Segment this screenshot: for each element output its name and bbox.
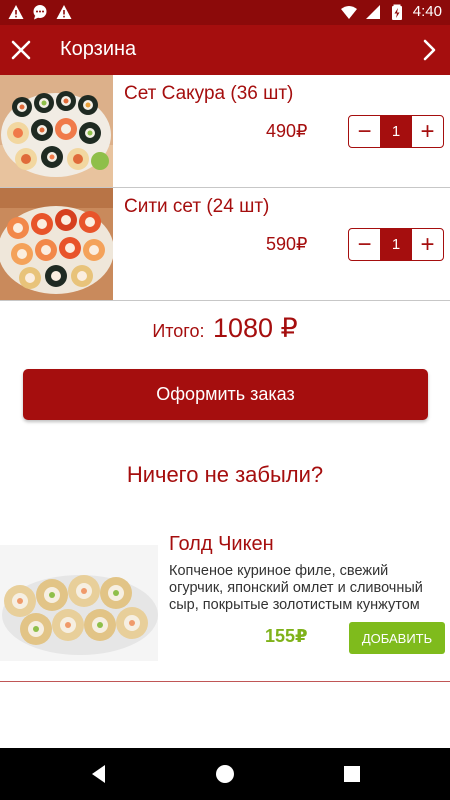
add-to-cart-button[interactable]: ДОБАВИТЬ (349, 622, 445, 654)
signal-icon (365, 4, 380, 19)
app-bar: Корзина (0, 25, 450, 75)
upsell-product-name: Голд Чикен (169, 533, 274, 555)
upsell-product-description: Копченое куриное филе, свежий огурчик, я… (169, 563, 423, 613)
cart-item: Сет Сакура (36 шт) 490₽ − 1 + (0, 75, 450, 188)
notification-icons (8, 4, 72, 20)
product-image (0, 75, 113, 187)
navigation-bar (0, 748, 450, 800)
upsell-product-image (0, 545, 158, 661)
checkout-button[interactable]: Оформить заказ (23, 369, 428, 420)
upsell-heading: Ничего не забыли? (126, 462, 324, 487)
quantity-stepper: − 1 + (348, 115, 444, 148)
chevron-right-icon[interactable] (416, 37, 442, 63)
quantity-value: 1 (380, 116, 412, 147)
decrease-button[interactable]: − (349, 229, 380, 260)
product-name: Сити сет (24 шт) (124, 196, 270, 217)
chat-icon (33, 5, 47, 20)
product-price: 490₽ (266, 121, 308, 141)
battery-icon (391, 4, 402, 20)
cart-item: Сити сет (24 шт) 590₽ − 1 + (0, 188, 450, 301)
status-time: 4:40 (412, 3, 442, 20)
quantity-stepper: − 1 + (348, 228, 444, 261)
close-icon[interactable] (8, 37, 34, 63)
wifi-icon (340, 5, 357, 19)
warning-icon (56, 5, 72, 19)
status-bar: 4:40 (0, 0, 450, 25)
product-price: 590₽ (266, 234, 308, 254)
page-title: Корзина (60, 38, 137, 60)
increase-button[interactable]: + (412, 116, 443, 147)
total-value: 1080 ₽ (212, 313, 298, 343)
quantity-value: 1 (380, 229, 412, 260)
increase-button[interactable]: + (412, 229, 443, 260)
product-name: Сет Сакура (36 шт) (124, 83, 294, 104)
decrease-button[interactable]: − (349, 116, 380, 147)
cart-total: Итого: 1080 ₽ (0, 313, 450, 344)
divider (0, 681, 450, 682)
system-icons: 4:40 (340, 3, 442, 20)
home-icon[interactable] (214, 763, 236, 785)
upsell-product-price: 155₽ (265, 626, 308, 646)
product-image (0, 188, 113, 300)
warning-icon (8, 5, 24, 19)
recents-icon[interactable] (341, 763, 363, 785)
back-icon[interactable] (88, 763, 110, 785)
total-label: Итого: (152, 321, 205, 341)
